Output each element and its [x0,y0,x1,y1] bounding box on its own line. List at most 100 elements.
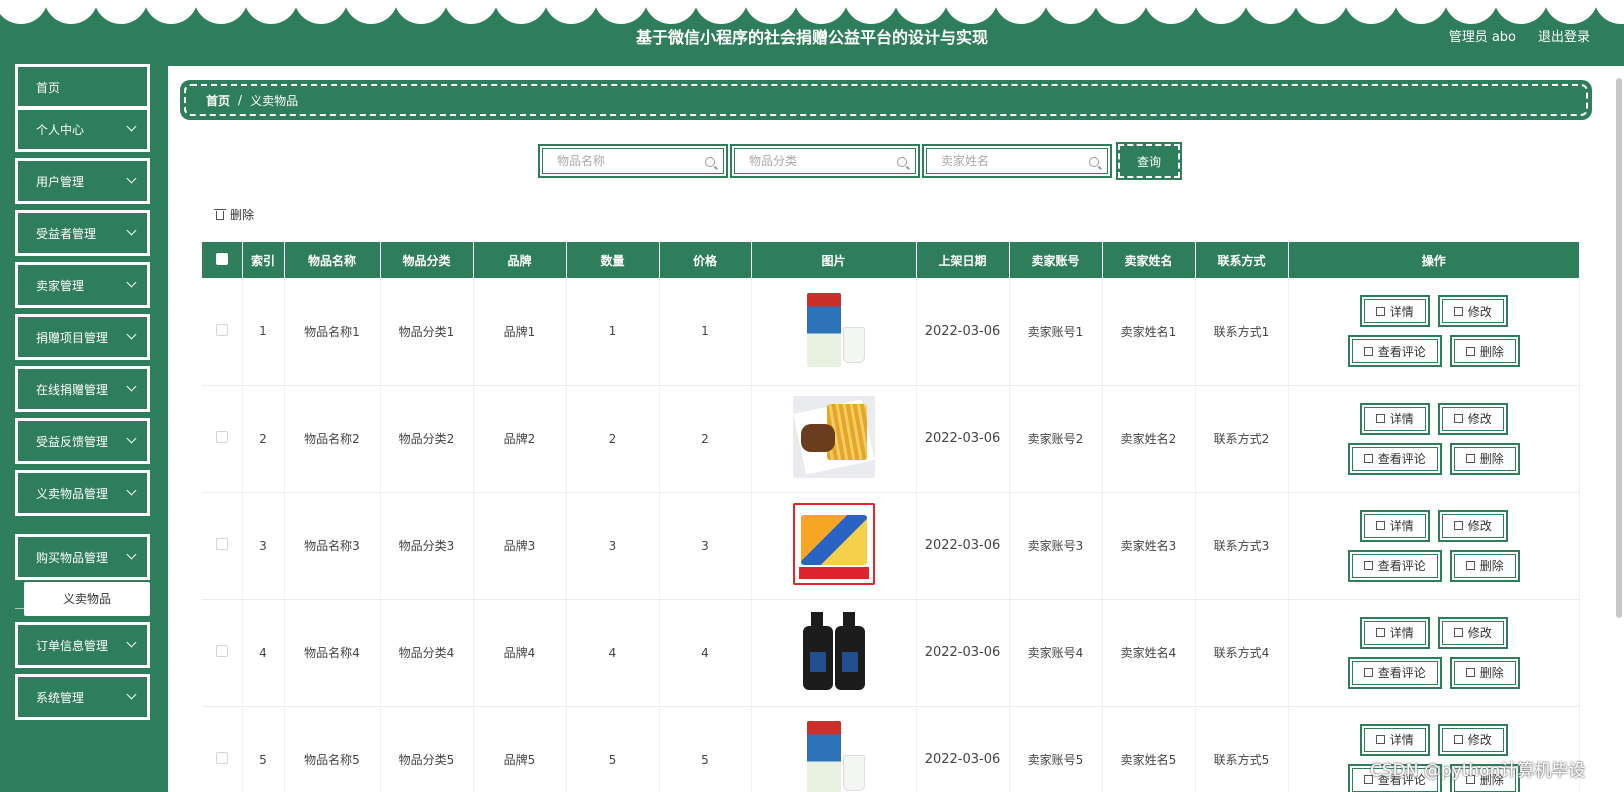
column-header: 品牌 [473,242,567,278]
edit-button[interactable]: 修改 [1437,295,1508,328]
column-header: 物品分类 [380,242,474,278]
seller-account-cell: 卖家账号2 [1009,385,1103,493]
detail-button[interactable]: 详情 [1359,509,1430,542]
delete-button[interactable]: 删除 [1449,656,1520,689]
view-reviews-label: 查看评论 [1377,559,1426,573]
sidebar-item-label: 个人中心 [36,122,85,137]
column-header: 上架日期 [916,242,1010,278]
bulk-delete-button[interactable]: 删除 [214,206,255,223]
listing-date-cell: 2022-03-06 [916,492,1010,600]
quantity-cell: 2 [566,385,660,493]
search-icon [705,157,715,167]
milk-carton-image[interactable] [792,288,875,371]
seller-name-cell: 卖家姓名2 [1102,385,1196,493]
document-icon [1375,306,1385,316]
detail-button[interactable]: 详情 [1359,723,1430,756]
detail-button[interactable]: 详情 [1359,295,1430,328]
contact-cell: 联系方式3 [1195,492,1289,600]
column-header: 卖家账号 [1009,242,1103,278]
table-row: 4 物品名称4 物品分类4 品牌4 4 4 2022-03-06 卖家账号4 卖… [202,599,1580,707]
sidebar-item-beneficiary-management[interactable]: 受益者管理 [15,210,150,256]
edit-button[interactable]: 修改 [1437,402,1508,435]
sidebar-item-seller-management[interactable]: 卖家管理 [15,262,150,308]
header-scallop [1194,0,1248,24]
item-name-cell: 物品名称3 [284,492,381,600]
breadcrumb: 首页 / 义卖物品 [180,80,1592,120]
select-all-checkbox[interactable] [215,252,228,265]
category-input[interactable] [735,149,915,173]
delete-button[interactable]: 删除 [1449,335,1520,368]
item-name-cell: 物品名称2 [284,385,381,493]
burger-fries-image[interactable] [792,396,875,478]
bulk-delete-label: 删除 [230,208,255,222]
view-reviews-button[interactable]: 查看评论 [1347,656,1442,689]
query-button[interactable]: 查询 [1116,142,1182,180]
view-reviews-button[interactable]: 查看评论 [1347,442,1442,475]
sidebar-item-donation-project-management[interactable]: 捐赠项目管理 [15,314,150,360]
header-scallop [94,0,148,24]
header-scallop [694,0,748,24]
seller-name-search-inner [926,148,1108,174]
goods-table: 索引 物品名称 物品分类 品牌 数量 价格 图片 上架日期 卖家账号 卖家姓名 … [202,242,1580,792]
sidebar-item-charity-sale-management[interactable]: 义卖物品管理 [15,470,150,516]
delete-button[interactable]: 删除 [1449,549,1520,582]
edit-button[interactable]: 修改 [1437,723,1508,756]
sidebar-item-personal-center[interactable]: 个人中心 [15,106,150,152]
cleanser-bottles-image[interactable] [792,610,875,692]
row-checkbox[interactable] [215,645,228,657]
search-icon [897,157,907,167]
top-header: 基于微信小程序的社会捐赠公益平台的设计与实现 管理员 abo 退出登录 [0,0,1624,66]
item-name-input[interactable] [543,149,723,173]
sidebar-item-home[interactable]: 首页 [15,64,150,110]
image-cell [751,599,917,707]
breadcrumb-home[interactable]: 首页 [206,92,230,109]
edit-label: 修改 [1467,733,1492,747]
seller-name-input[interactable] [927,149,1107,173]
pencil-icon [1363,346,1373,356]
header-scallop [744,0,798,24]
sidebar-item-order-management[interactable]: 订单信息管理 [15,622,150,668]
quantity-cell: 4 [566,599,660,707]
view-reviews-button[interactable]: 查看评论 [1347,549,1442,582]
delete-label: 删除 [1479,559,1504,573]
price-cell: 5 [659,706,752,792]
sidebar-item-purchase-management[interactable]: 购买物品管理 [15,534,150,580]
row-select-cell [202,385,243,493]
vertical-scrollbar[interactable] [1616,78,1622,618]
detail-label: 详情 [1389,304,1414,319]
column-header: 物品名称 [284,242,381,278]
sidebar-item-online-donation-management[interactable]: 在线捐赠管理 [15,366,150,412]
view-reviews-button[interactable]: 查看评论 [1347,335,1442,368]
edit-button[interactable]: 修改 [1437,616,1508,649]
trash-icon [1465,668,1475,677]
chevron-down-icon [126,689,137,700]
row-checkbox[interactable] [215,538,228,550]
category-cell: 物品分类5 [380,706,474,792]
row-checkbox[interactable] [215,323,228,336]
sidebar-item-label: 受益者管理 [36,226,97,241]
category-search-inner [734,148,916,174]
detail-button[interactable]: 详情 [1359,616,1430,649]
sidebar-item-system-management[interactable]: 系统管理 [15,674,150,720]
milk-carton-image[interactable] [792,717,875,792]
row-checkbox[interactable] [215,431,228,443]
seller-account-cell: 卖家账号5 [1009,706,1103,792]
image-cell [751,385,917,493]
edit-label: 修改 [1467,304,1492,319]
index-cell: 3 [242,492,285,600]
sidebar-item-feedback-management[interactable]: 受益反馈管理 [15,418,150,464]
submenu-item-charity-goods[interactable]: 义卖物品 [24,582,150,616]
delete-button[interactable]: 删除 [1449,442,1520,475]
view-reviews-label: 查看评论 [1377,666,1426,680]
logout-link[interactable]: 退出登录 [1538,26,1590,45]
snack-box-image[interactable] [792,503,875,585]
detail-button[interactable]: 详情 [1359,402,1430,435]
edit-button[interactable]: 修改 [1437,509,1508,542]
detail-label: 详情 [1389,519,1414,533]
chevron-down-icon [126,433,137,444]
row-checkbox[interactable] [215,752,228,764]
actions-cell: 详情 修改 查看评论 删除 [1288,278,1580,386]
sidebar-item-user-management[interactable]: 用户管理 [15,158,150,204]
header-scallop [1494,0,1548,24]
header-scallop [1294,0,1348,24]
